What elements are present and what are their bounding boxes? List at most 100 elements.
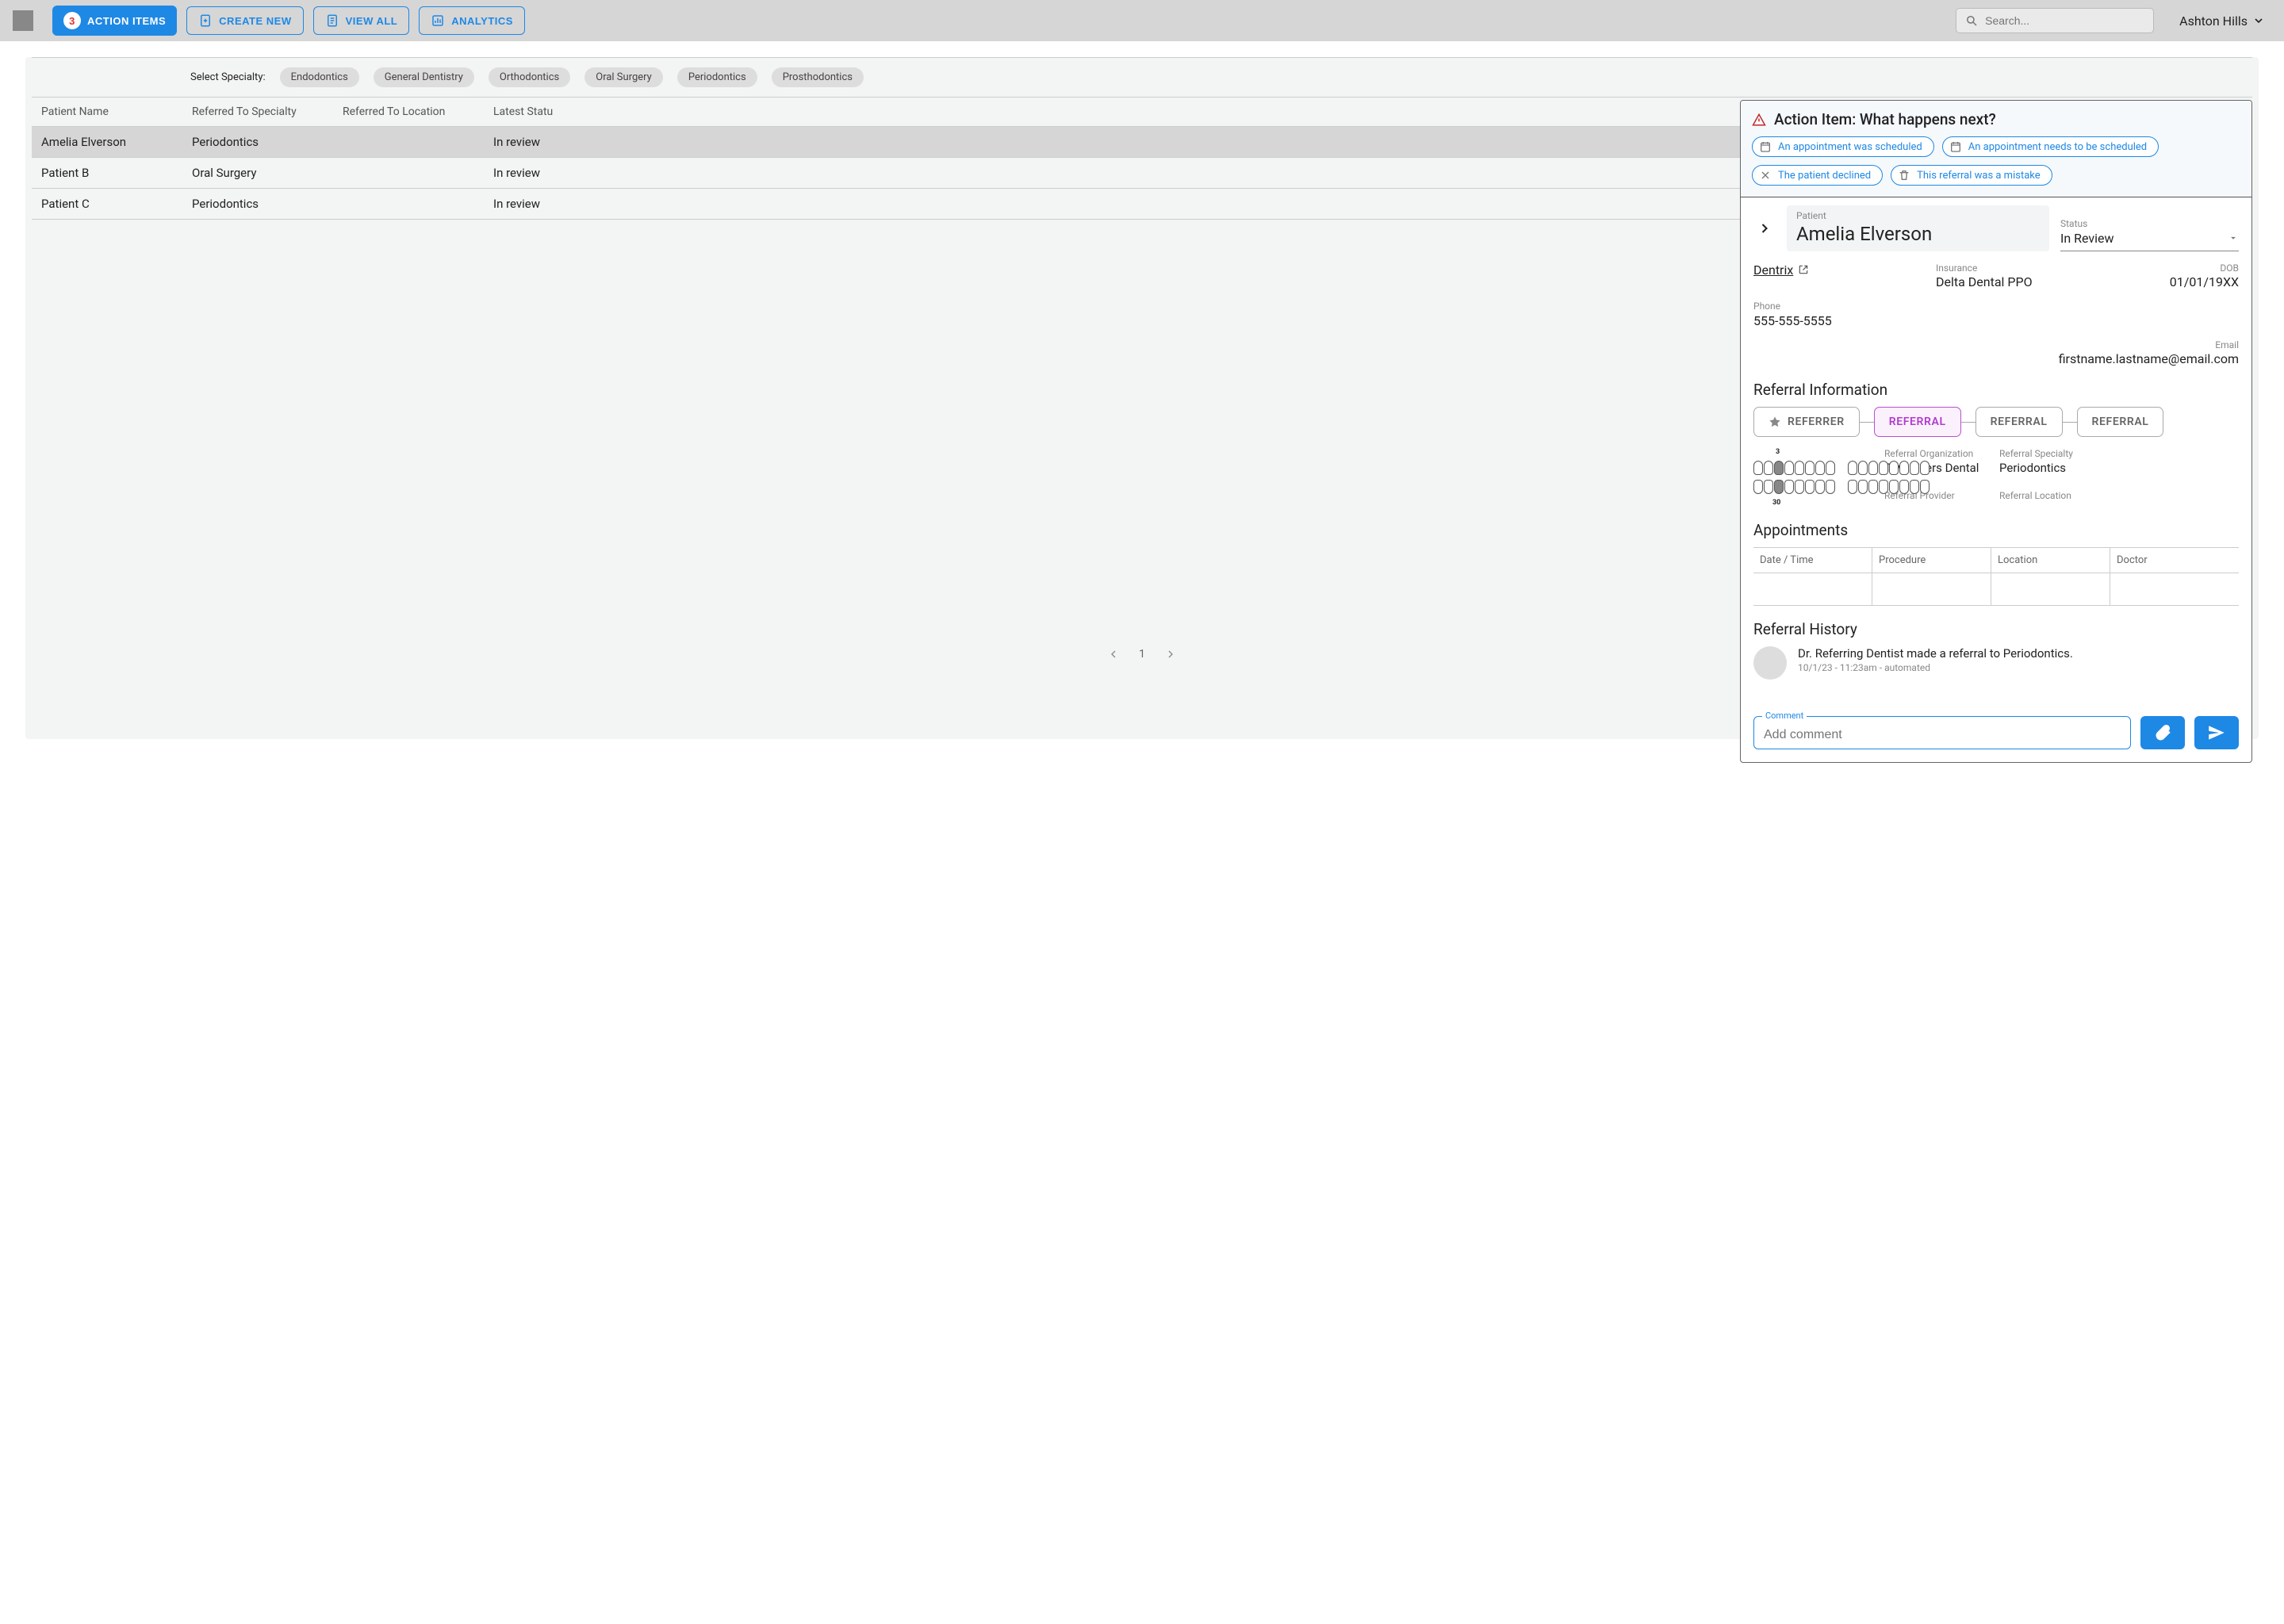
pill-patient-declined[interactable]: The patient declined — [1752, 165, 1883, 186]
dentrix-label: Dentrix — [1753, 262, 1793, 278]
pill-appointment-needs-schedule[interactable]: An appointment needs to be scheduled — [1942, 136, 2159, 157]
trash-icon — [1898, 169, 1910, 182]
pill-referral-mistake[interactable]: This referral was a mistake — [1891, 165, 2052, 186]
pager-next[interactable] — [1164, 648, 1177, 661]
create-new-button[interactable]: CREATE NEW — [186, 6, 303, 35]
cell-specialty: Periodontics — [192, 135, 343, 149]
flow-step-referral[interactable]: REFERRAL — [2077, 407, 2164, 437]
specialty-chip[interactable]: General Dentistry — [374, 67, 474, 87]
flow-step-referrer[interactable]: REFERRER — [1753, 407, 1860, 437]
specialty-chip[interactable]: Orthodontics — [489, 67, 570, 87]
tooth-marked-upper — [1774, 461, 1784, 475]
pill-label: An appointment needs to be scheduled — [1968, 141, 2147, 153]
send-button[interactable] — [2194, 716, 2239, 749]
search-icon — [1964, 13, 1979, 28]
paperclip-icon — [2153, 723, 2172, 742]
close-icon — [1759, 169, 1772, 182]
col-referred-specialty: Referred To Specialty — [192, 105, 343, 118]
appointments-title: Appointments — [1753, 521, 2239, 539]
comment-input[interactable] — [1764, 728, 2121, 742]
referral-info-title: Referral Information — [1753, 381, 2239, 399]
pill-label: This referral was a mistake — [1917, 170, 2041, 182]
specialty-chip[interactable]: Endodontics — [280, 67, 359, 87]
star-icon — [1769, 416, 1781, 428]
cell-patient-name: Patient B — [41, 166, 192, 180]
external-link-icon — [1798, 264, 1809, 275]
list-document-icon — [325, 13, 339, 28]
action-items-label: ACTION ITEMS — [87, 15, 166, 27]
phone-label: Phone — [1753, 301, 1936, 313]
status-select[interactable]: Status In Review — [2060, 216, 2239, 251]
dob-value: 01/01/19XX — [2104, 274, 2239, 289]
user-name: Ashton Hills — [2179, 13, 2248, 29]
plus-document-icon — [198, 13, 213, 28]
view-all-button[interactable]: VIEW ALL — [313, 6, 410, 35]
calendar-icon — [1759, 140, 1772, 153]
appointments-table: Date / Time Procedure Location Doctor — [1753, 547, 2239, 606]
bar-chart-icon — [431, 13, 445, 28]
ref-location-label: Referral Location — [1999, 490, 2239, 503]
comment-field[interactable]: Comment — [1753, 716, 2131, 749]
history-item: Dr. Referring Dentist made a referral to… — [1753, 646, 2239, 680]
user-menu[interactable]: Ashton Hills — [2163, 13, 2271, 29]
specialty-chip[interactable]: Periodontics — [677, 67, 757, 87]
flow-label: REFERRAL — [2092, 416, 2149, 428]
tooth-marked-lower — [1774, 480, 1784, 494]
referral-detail-panel: Action Item: What happens next? An appoi… — [1740, 100, 2252, 763]
phone-value: 555-555-5555 — [1753, 313, 1936, 328]
tooth-number-upper: 3 — [1776, 448, 1876, 456]
referral-flow: REFERRER REFERRAL REFERRAL REFERRAL — [1753, 407, 2239, 437]
patient-name: Amelia Elverson — [1796, 223, 2040, 245]
calendar-icon — [1949, 140, 1962, 153]
history-title: Referral History — [1753, 620, 2239, 638]
analytics-button[interactable]: ANALYTICS — [419, 6, 525, 35]
insurance-value: Delta Dental PPO — [1936, 274, 2104, 289]
appt-col-location: Location — [1991, 548, 2110, 573]
flow-step-referral[interactable]: REFERRAL — [1976, 407, 2063, 437]
action-items-count-badge: 3 — [63, 12, 81, 29]
cell-patient-name: Patient C — [41, 197, 192, 211]
appt-empty-row — [1753, 573, 2239, 605]
tooth-chart: 3 — [1753, 448, 1876, 507]
avatar — [1753, 646, 1787, 680]
chevron-down-icon — [2252, 14, 2265, 27]
action-items-button[interactable]: 3 ACTION ITEMS — [52, 6, 177, 36]
attach-button[interactable] — [2140, 716, 2185, 749]
col-latest-status: Latest Statu — [493, 105, 620, 118]
dropdown-caret-icon — [2228, 232, 2239, 243]
specialty-chip[interactable]: Oral Surgery — [584, 67, 663, 87]
search-input[interactable] — [1985, 14, 2145, 27]
warning-triangle-icon — [1752, 113, 1766, 127]
ref-specialty-value: Periodontics — [1999, 461, 2239, 475]
create-new-label: CREATE NEW — [219, 15, 291, 27]
dentrix-link[interactable]: Dentrix — [1753, 262, 1809, 278]
collapse-panel-button[interactable] — [1753, 217, 1776, 239]
analytics-label: ANALYTICS — [451, 15, 513, 27]
history-text: Dr. Referring Dentist made a referral to… — [1798, 646, 2073, 661]
topbar: 3 ACTION ITEMS CREATE NEW VIEW ALL ANALY… — [0, 0, 2284, 41]
appt-col-doctor: Doctor — [2110, 548, 2239, 573]
flow-label: REFERRAL — [1889, 416, 1946, 428]
tooth-number-lower: 30 — [1772, 499, 1876, 507]
logo-placeholder — [13, 10, 33, 31]
pill-label: The patient declined — [1778, 170, 1871, 182]
cell-specialty: Periodontics — [192, 197, 343, 211]
specialty-filter-row: Select Specialty: Endodontics General De… — [32, 57, 2252, 98]
specialty-chip[interactable]: Prosthodontics — [772, 67, 864, 87]
email-label: Email — [1936, 339, 2239, 352]
pager-prev[interactable] — [1107, 648, 1120, 661]
status-label: Status — [2060, 218, 2239, 231]
search-box[interactable] — [1956, 8, 2154, 33]
action-item-title: Action Item: What happens next? — [1774, 110, 1996, 128]
flow-label: REFERRAL — [1991, 416, 2048, 428]
dob-label: DOB — [2104, 262, 2239, 275]
pill-appointment-scheduled[interactable]: An appointment was scheduled — [1752, 136, 1934, 157]
send-icon — [2206, 722, 2227, 743]
flow-step-referral[interactable]: REFERRAL — [1874, 407, 1961, 437]
action-item-header: Action Item: What happens next? An appoi… — [1741, 101, 2251, 197]
ref-org-label: Referral Organization — [1884, 448, 1991, 461]
cell-specialty: Oral Surgery — [192, 166, 343, 180]
pill-label: An appointment was scheduled — [1778, 141, 1922, 153]
email-value: firstname.lastname@email.com — [1936, 351, 2239, 366]
ref-specialty-label: Referral Specialty — [1999, 448, 2239, 461]
